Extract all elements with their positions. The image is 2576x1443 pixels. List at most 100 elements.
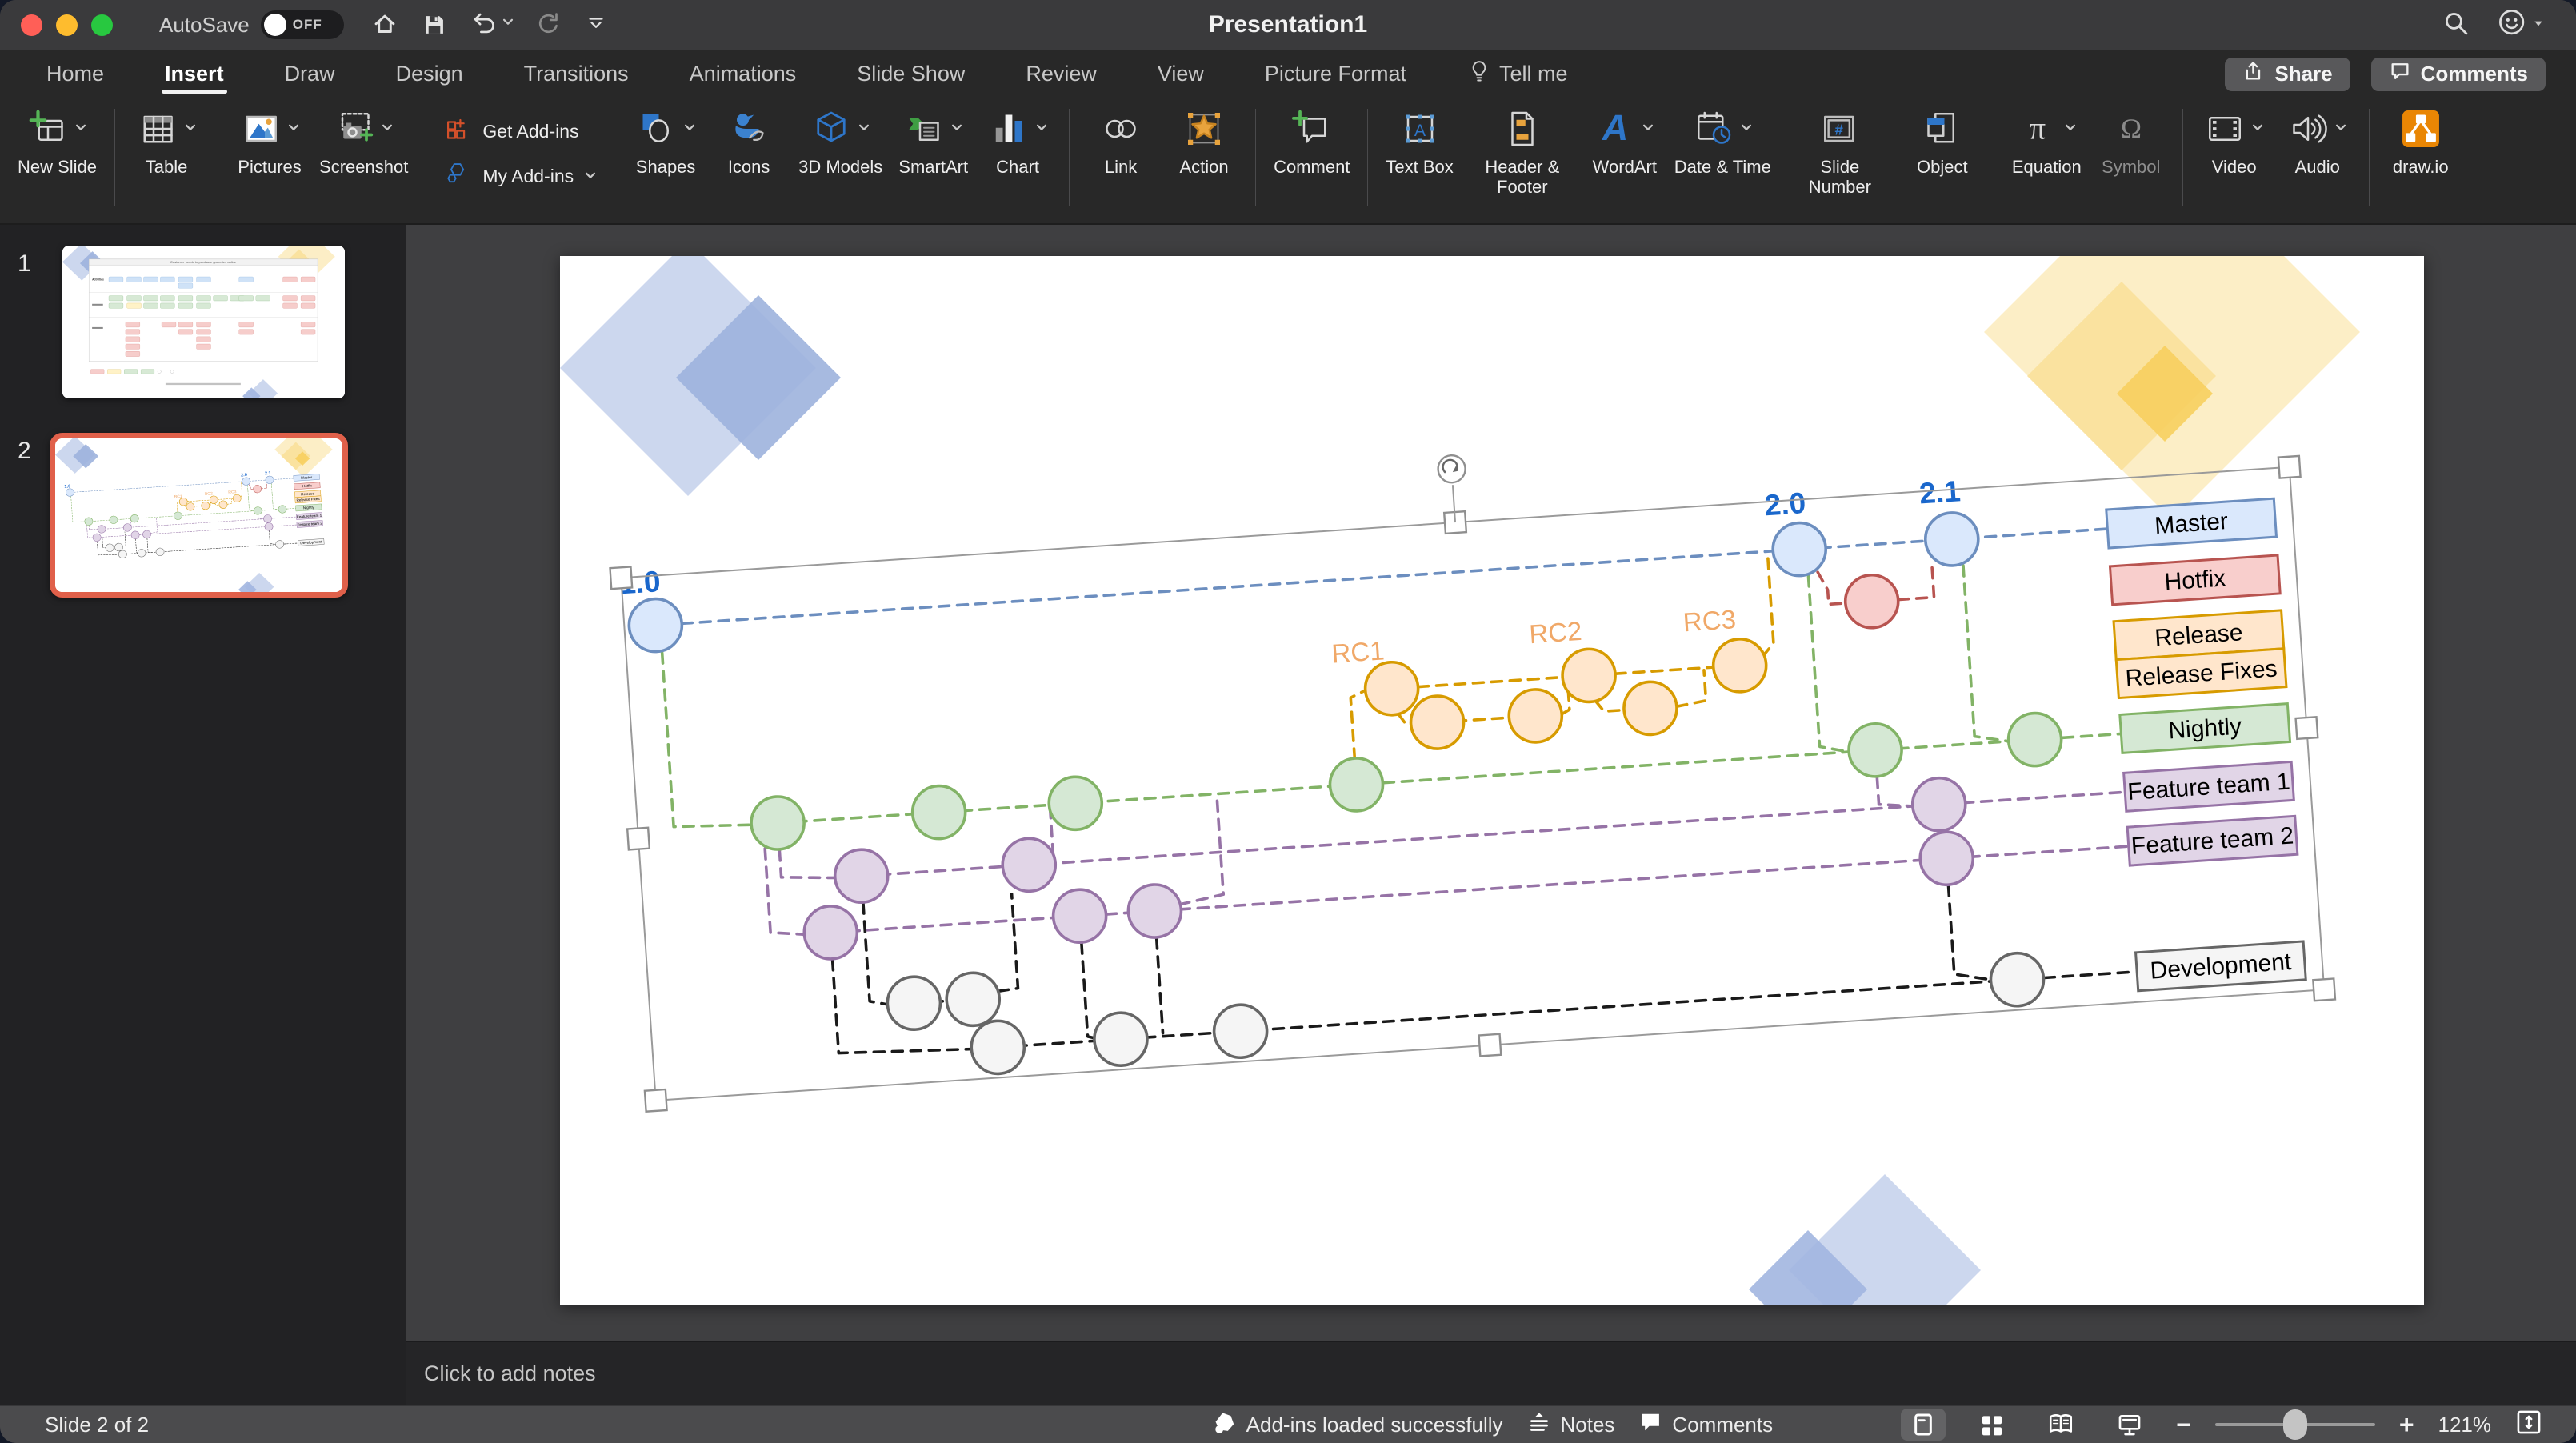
notes-toggle[interactable]: Notes bbox=[1527, 1410, 1615, 1440]
minimize-button[interactable] bbox=[56, 14, 78, 36]
ribbon-group-3: Get Add-ins My Add-ins bbox=[426, 98, 614, 192]
slide-number-button[interactable]: #Slide Number bbox=[1787, 104, 1893, 197]
save-icon[interactable] bbox=[421, 11, 448, 38]
zoom-level: 121% bbox=[2438, 1413, 2492, 1437]
wordart-button[interactable]: AWordArt bbox=[1591, 104, 1658, 197]
svg-text:#: # bbox=[1834, 121, 1843, 138]
redo-icon[interactable] bbox=[536, 11, 563, 38]
search-icon[interactable] bbox=[2442, 9, 2470, 42]
chart-icon bbox=[989, 109, 1029, 153]
thumbnail-slide-1[interactable]: 1 Customer needs to purchase groceries o… bbox=[62, 246, 406, 398]
link-icon bbox=[1101, 109, 1141, 153]
zoom-out-button[interactable]: − bbox=[2176, 1410, 2191, 1440]
tab-home[interactable]: Home bbox=[16, 50, 134, 98]
screenshot-button[interactable]: Screenshot bbox=[319, 104, 408, 177]
zoom-slider[interactable] bbox=[2215, 1423, 2375, 1426]
autosave-control: AutoSave OFF bbox=[159, 10, 344, 39]
chevron-down-icon bbox=[2065, 123, 2076, 138]
symbol-button[interactable]: ΩSymbol bbox=[2098, 104, 2165, 177]
text-box-icon: A bbox=[1400, 109, 1440, 153]
text-box-button[interactable]: AText Box bbox=[1386, 104, 1453, 197]
undo-icon[interactable] bbox=[470, 10, 514, 41]
fit-window-icon[interactable] bbox=[2515, 1409, 2542, 1441]
chevron-down-icon bbox=[382, 123, 393, 138]
tab-transitions[interactable]: Transitions bbox=[494, 50, 659, 98]
tab-slide-show[interactable]: Slide Show bbox=[826, 50, 995, 98]
pictures-button[interactable]: Pictures bbox=[236, 104, 303, 177]
shapes-button[interactable]: Shapes bbox=[632, 104, 699, 177]
new-slide-icon bbox=[28, 109, 68, 153]
svg-text:Customer needs to purchase gro: Customer needs to purchase groceries onl… bbox=[170, 260, 237, 264]
comments-button[interactable]: Comments bbox=[2371, 58, 2546, 91]
close-button[interactable] bbox=[21, 14, 42, 36]
tab-draw[interactable]: Draw bbox=[254, 50, 366, 98]
my-add-ins-button[interactable]: My Add-ins bbox=[444, 160, 596, 192]
notes-area[interactable]: Click to add notes bbox=[406, 1341, 2576, 1405]
tab-review[interactable]: Review bbox=[995, 50, 1127, 98]
smartart-button[interactable]: SmartArt bbox=[898, 104, 968, 177]
table-button[interactable]: Table bbox=[133, 104, 200, 177]
audio-icon bbox=[2288, 109, 2328, 153]
slide-thumbnail-panel: 1 Customer needs to purchase groceries o… bbox=[0, 225, 406, 1405]
date-time-button[interactable]: Date & Time bbox=[1674, 104, 1771, 197]
tab-tell-me[interactable]: Tell me bbox=[1437, 50, 1598, 98]
svg-text:RC1: RC1 bbox=[1330, 635, 1385, 668]
video-button[interactable]: Video bbox=[2201, 104, 2268, 177]
ribbon-group-2: PicturesScreenshot bbox=[218, 98, 426, 177]
object-button[interactable]: Object bbox=[1909, 104, 1976, 197]
chart-button[interactable]: Chart bbox=[984, 104, 1051, 177]
action-button[interactable]: Action bbox=[1170, 104, 1238, 177]
view-reading-button[interactable] bbox=[2038, 1409, 2083, 1441]
account-icon[interactable] bbox=[2498, 8, 2544, 42]
maximize-button[interactable] bbox=[91, 14, 113, 36]
draw-io-button[interactable]: draw.io bbox=[2387, 104, 2454, 177]
comment-button[interactable]: Comment bbox=[1274, 104, 1350, 177]
autosave-toggle[interactable]: OFF bbox=[261, 10, 344, 39]
slide-indicator: Slide 2 of 2 bbox=[45, 1413, 149, 1437]
autosave-label: AutoSave bbox=[159, 13, 250, 38]
svg-text:π: π bbox=[2030, 110, 2046, 146]
tab-picture-format[interactable]: Picture Format bbox=[1234, 50, 1437, 98]
home-icon[interactable] bbox=[371, 11, 398, 38]
view-slideshow-button[interactable] bbox=[2107, 1409, 2152, 1441]
header-footer-button[interactable]: Header & Footer bbox=[1470, 104, 1575, 197]
svg-text:2.1: 2.1 bbox=[265, 471, 271, 476]
comments-toggle[interactable]: Comments bbox=[1638, 1410, 1773, 1440]
share-button[interactable]: Share bbox=[2225, 58, 2350, 91]
slide-canvas[interactable]: MasterHotfixReleaseRelease FixesNightlyF… bbox=[560, 256, 2424, 1305]
chevron-down-icon bbox=[75, 123, 86, 138]
svg-text:Activities: Activities bbox=[92, 278, 104, 281]
traffic-lights bbox=[21, 14, 113, 36]
action-icon bbox=[1184, 109, 1224, 153]
audio-button[interactable]: Audio bbox=[2284, 104, 2351, 177]
chevron-down-icon bbox=[185, 123, 196, 138]
get-add-ins-button[interactable]: Get Add-ins bbox=[444, 115, 596, 147]
zoom-in-button[interactable]: + bbox=[2399, 1410, 2414, 1440]
link-button[interactable]: Link bbox=[1087, 104, 1154, 177]
tab-design[interactable]: Design bbox=[366, 50, 494, 98]
zoom-slider-thumb[interactable] bbox=[2283, 1409, 2307, 1440]
svg-text:Hotfix: Hotfix bbox=[2164, 565, 2227, 595]
comment-icon bbox=[1292, 109, 1332, 153]
view-normal-button[interactable] bbox=[1901, 1409, 1946, 1441]
svg-text:1.0: 1.0 bbox=[64, 484, 70, 489]
symbol-icon: Ω bbox=[2111, 109, 2151, 153]
new-slide-button[interactable]: New Slide bbox=[18, 104, 97, 177]
thumbnail-slide-2[interactable]: 2 MasterHotfixReleaseRelease FixesNightl… bbox=[50, 433, 406, 598]
view-sorter-button[interactable] bbox=[1970, 1409, 2014, 1441]
chevron-down-icon bbox=[585, 166, 596, 187]
3d-models-icon bbox=[811, 109, 851, 153]
notes-placeholder: Click to add notes bbox=[424, 1361, 596, 1386]
3d-models-button[interactable]: 3D Models bbox=[798, 104, 882, 177]
icons-button[interactable]: Icons bbox=[715, 104, 782, 177]
svg-text:Master: Master bbox=[2154, 508, 2229, 539]
equation-button[interactable]: πEquation bbox=[2012, 104, 2082, 177]
tab-insert[interactable]: Insert bbox=[134, 50, 254, 98]
tab-view[interactable]: View bbox=[1127, 50, 1234, 98]
table-icon bbox=[138, 109, 178, 153]
date-time-icon bbox=[1694, 109, 1734, 153]
ribbon-group-8: πEquationΩSymbol bbox=[1994, 98, 2182, 177]
svg-text:2.1: 2.1 bbox=[1918, 474, 1962, 510]
toolbar-more-icon[interactable] bbox=[586, 14, 606, 35]
tab-animations[interactable]: Animations bbox=[659, 50, 827, 98]
